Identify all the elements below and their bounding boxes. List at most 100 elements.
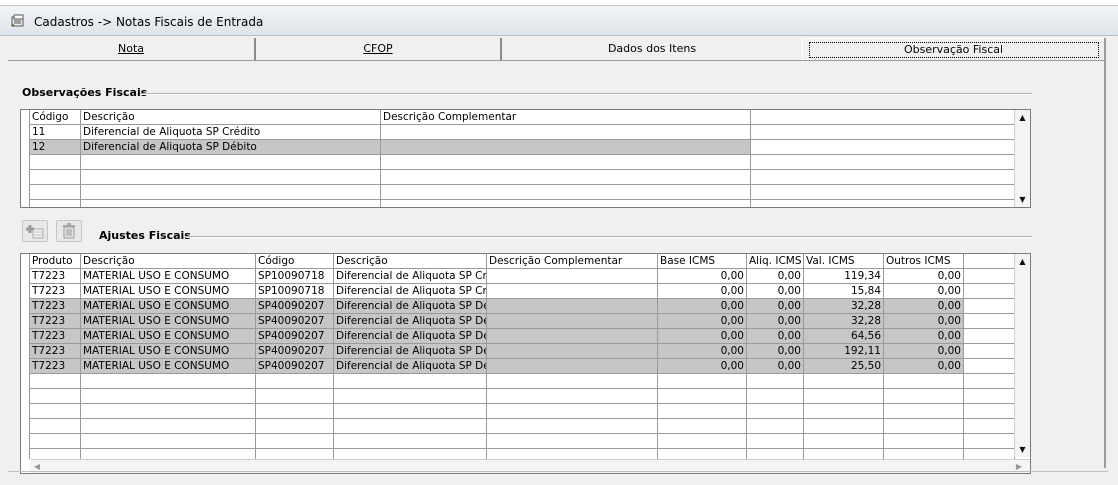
cell-codigo: 11: [30, 125, 81, 140]
col-header-val-icms[interactable]: Val. ICMS: [804, 254, 884, 269]
cell-empty: [964, 299, 1015, 314]
tab-cfop[interactable]: CFOP: [256, 38, 502, 60]
cell-base-icms: 0,00: [658, 329, 747, 344]
observacoes-grid[interactable]: Código Descrição Descrição Complementar …: [20, 109, 1031, 208]
window-title: Cadastros -> Notas Fiscais de Entrada: [34, 15, 264, 29]
ajustes-row-selected[interactable]: T7223 MATERIAL USO E CONSUMO SP40090207 …: [30, 314, 1015, 329]
observacoes-section-title: Observações Fiscais: [22, 86, 148, 99]
cell-codigo: 12: [30, 140, 81, 155]
ajustes-row-selected[interactable]: T7223 MATERIAL USO E CONSUMO SP40090207 …: [30, 299, 1015, 314]
cell-descricao: MATERIAL USO E CONSUMO: [81, 299, 256, 314]
cell-aliq-icms: 0,00: [747, 314, 804, 329]
grid-row-indicator: [21, 110, 30, 207]
cell-codigo: SP10090718: [256, 284, 334, 299]
cell-produto: T7223: [30, 314, 81, 329]
cell-base-icms: 0,00: [658, 269, 747, 284]
cell-base-icms: 0,00: [658, 284, 747, 299]
col-header-descricao-complementar[interactable]: Descrição Complementar: [381, 110, 751, 125]
cell-descricao-ajuste: Diferencial de Aliquota SP Crédi: [334, 269, 487, 284]
cell-descricao-ajuste: Diferencial de Aliquota SP Débit: [334, 329, 487, 344]
cell-complementar: [487, 284, 658, 299]
ajustes-row-selected[interactable]: T7223 MATERIAL USO E CONSUMO SP40090207 …: [30, 344, 1015, 359]
cell-outros-icms: 0,00: [884, 299, 964, 314]
cell-complementar: [381, 140, 751, 155]
col-header-codigo[interactable]: Código: [256, 254, 334, 269]
cell-val-icms: 15,84: [804, 284, 884, 299]
observacoes-row-selected[interactable]: 12 Diferencial de Aliquota SP Débito: [30, 140, 1015, 155]
panel-bottom-border: [8, 471, 1108, 472]
tab-nota[interactable]: Nota: [8, 38, 256, 60]
cell-val-icms: 119,34: [804, 269, 884, 284]
cell-complementar: [381, 125, 751, 140]
cell-produto: T7223: [30, 344, 81, 359]
cell-empty: [964, 344, 1015, 359]
col-header-produto[interactable]: Produto: [30, 254, 81, 269]
cell-descricao-ajuste: Diferencial de Aliquota SP Crédi: [334, 284, 487, 299]
delete-ajuste-button[interactable]: [56, 220, 82, 242]
cell-produto: T7223: [30, 284, 81, 299]
cell-empty: [964, 269, 1015, 284]
col-header-outros-icms[interactable]: Outros ICMS: [884, 254, 964, 269]
col-header-base-icms[interactable]: Base ICMS: [658, 254, 747, 269]
trash-icon: [63, 223, 75, 239]
cell-val-icms: 192,11: [804, 344, 884, 359]
app-document-icon: [11, 14, 24, 27]
cell-empty: [964, 359, 1015, 374]
col-header-descricao-complementar[interactable]: Descrição Complementar: [487, 254, 658, 269]
col-header-extra: [964, 254, 1015, 269]
add-ajuste-button[interactable]: [22, 220, 48, 242]
empty-row: [30, 200, 1015, 207]
ajustes-section-title: Ajustes Fiscais: [99, 229, 191, 242]
cell-codigo: SP40090207: [256, 299, 334, 314]
cell-complementar: [487, 269, 658, 284]
empty-row: [30, 404, 1015, 419]
ajustes-grid[interactable]: Produto Descrição Código Descrição Descr…: [20, 253, 1031, 474]
cell-empty: [964, 284, 1015, 299]
cell-val-icms: 32,28: [804, 299, 884, 314]
cell-outros-icms: 0,00: [884, 359, 964, 374]
scroll-up-icon[interactable]: ▲: [1015, 254, 1030, 269]
cell-produto: T7223: [30, 269, 81, 284]
ajustes-row-selected[interactable]: T7223 MATERIAL USO E CONSUMO SP40090207 …: [30, 329, 1015, 344]
cell-complementar: [487, 344, 658, 359]
cell-aliq-icms: 0,00: [747, 344, 804, 359]
col-header-descricao-ajuste[interactable]: Descrição: [334, 254, 487, 269]
empty-row: [30, 155, 1015, 170]
observacoes-vertical-scrollbar[interactable]: ▲ ▼: [1014, 110, 1030, 207]
col-header-descricao[interactable]: Descrição: [81, 254, 256, 269]
cell-codigo: SP40090207: [256, 359, 334, 374]
ajustes-row-selected[interactable]: T7223 MATERIAL USO E CONSUMO SP40090207 …: [30, 359, 1015, 374]
cell-complementar: [487, 329, 658, 344]
cell-outros-icms: 0,00: [884, 329, 964, 344]
ajustes-section-rule: [186, 236, 1032, 238]
window-titlebar: Cadastros -> Notas Fiscais de Entrada: [0, 6, 1118, 36]
observacoes-section-rule: [140, 93, 1032, 95]
observacoes-row[interactable]: 11 Diferencial de Aliquota SP Crédito: [30, 125, 1015, 140]
col-header-codigo[interactable]: Código: [30, 110, 81, 125]
tab-observacao-fiscal[interactable]: Observação Fiscal: [802, 38, 1106, 60]
empty-row: [30, 419, 1015, 434]
cell-complementar: [487, 314, 658, 329]
ajustes-row[interactable]: T7223 MATERIAL USO E CONSUMO SP10090718 …: [30, 284, 1015, 299]
col-header-aliq-icms[interactable]: Aliq. ICMS: [747, 254, 804, 269]
cell-codigo: SP10090718: [256, 269, 334, 284]
tab-dados-itens-label: Dados dos Itens: [607, 42, 697, 55]
scroll-down-icon[interactable]: ▼: [1015, 442, 1030, 457]
cell-aliq-icms: 0,00: [747, 299, 804, 314]
scroll-down-icon[interactable]: ▼: [1015, 192, 1030, 207]
col-header-descricao[interactable]: Descrição: [81, 110, 381, 125]
empty-row: [30, 434, 1015, 449]
tab-cfop-label: CFOP: [363, 42, 393, 55]
ajustes-vertical-scrollbar[interactable]: ▲ ▼: [1014, 254, 1030, 457]
cell-produto: T7223: [30, 299, 81, 314]
cell-descricao: MATERIAL USO E CONSUMO: [81, 359, 256, 374]
cell-val-icms: 64,56: [804, 329, 884, 344]
cell-base-icms: 0,00: [658, 299, 747, 314]
tab-dados-itens[interactable]: Dados dos Itens: [502, 38, 802, 60]
tab-bar: Nota CFOP Dados dos Itens Observação Fis…: [8, 38, 1106, 60]
ajustes-row[interactable]: T7223 MATERIAL USO E CONSUMO SP10090718 …: [30, 269, 1015, 284]
cell-descricao: MATERIAL USO E CONSUMO: [81, 344, 256, 359]
cell-outros-icms: 0,00: [884, 344, 964, 359]
cell-aliq-icms: 0,00: [747, 284, 804, 299]
scroll-up-icon[interactable]: ▲: [1015, 110, 1030, 125]
